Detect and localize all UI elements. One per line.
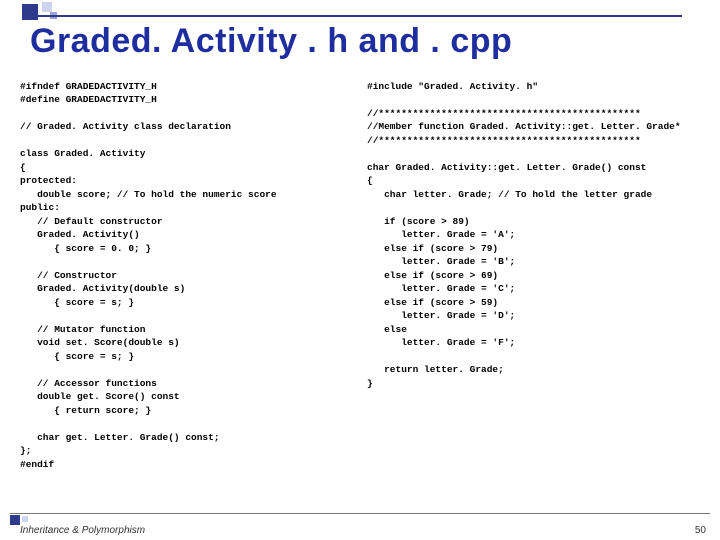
code-right-cpp-file: #include "Graded. Activity. h" //*******… [367,80,708,471]
header-decoration [0,0,90,24]
footer-topic: Inheritance & Polymorphism [20,525,145,536]
code-left-header-file: #ifndef GRADEDACTIVITY_H #define GRADEDA… [20,80,361,471]
slide-title: Graded. Activity . h and . cpp [30,22,512,61]
decor-line [22,15,682,17]
decor-square [22,516,28,522]
decor-square [42,2,52,12]
decor-square [10,515,20,525]
code-columns: #ifndef GRADEDACTIVITY_H #define GRADEDA… [20,80,708,471]
decor-line [10,513,710,514]
decor-square [22,4,38,20]
slide-number: 50 [695,525,706,536]
